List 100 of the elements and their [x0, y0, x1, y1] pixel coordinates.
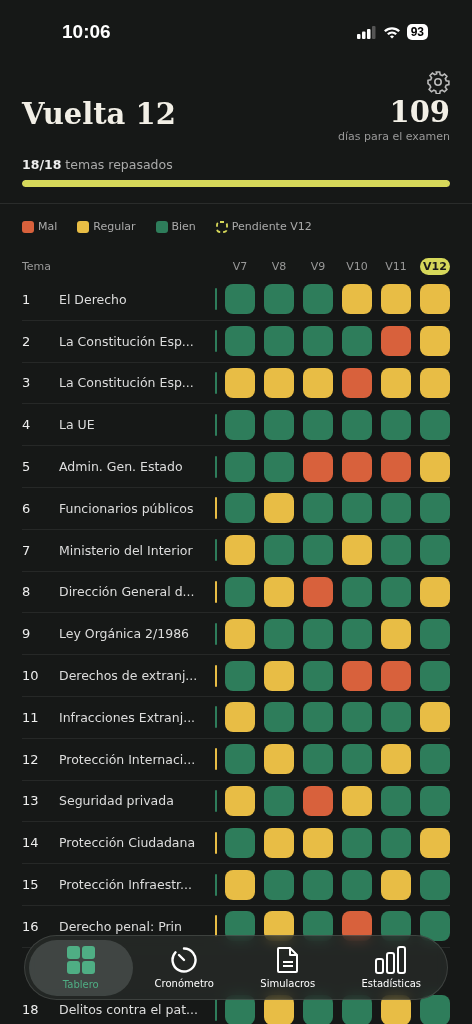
status-cell[interactable] [381, 702, 411, 733]
status-cell[interactable] [381, 827, 411, 858]
status-cell[interactable] [381, 535, 411, 566]
status-cell[interactable] [420, 368, 450, 398]
status-cell[interactable] [303, 660, 333, 691]
status-cell[interactable] [420, 493, 450, 524]
status-cell[interactable] [342, 618, 372, 649]
status-cell[interactable] [342, 827, 372, 858]
status-cell[interactable] [264, 535, 294, 566]
status-cell[interactable] [381, 576, 411, 607]
status-cell[interactable] [303, 702, 333, 733]
status-cell[interactable] [381, 660, 411, 691]
status-cell[interactable] [420, 535, 450, 566]
status-cell[interactable] [303, 535, 333, 566]
status-cell[interactable] [342, 535, 372, 566]
status-cell[interactable] [225, 284, 255, 315]
status-cell[interactable] [264, 744, 294, 775]
status-cell[interactable] [264, 827, 294, 858]
status-cell[interactable] [303, 827, 333, 858]
status-cell[interactable] [342, 409, 372, 440]
status-cell[interactable] [342, 368, 372, 398]
status-cell[interactable] [264, 618, 294, 649]
topic-title[interactable]: Derechos de extranj... [59, 668, 215, 684]
status-cell[interactable] [342, 869, 372, 900]
status-cell[interactable] [342, 660, 372, 691]
status-cell[interactable] [303, 368, 333, 398]
status-cell[interactable] [420, 618, 450, 649]
tab-button[interactable]: Cronómetro [132, 939, 236, 996]
status-cell[interactable] [381, 493, 411, 524]
topic-title[interactable]: Protección Infraestr... [59, 877, 215, 893]
status-cell[interactable] [381, 869, 411, 900]
status-cell[interactable] [264, 409, 294, 440]
status-cell[interactable] [420, 576, 450, 607]
status-cell[interactable] [303, 326, 333, 357]
status-cell[interactable] [303, 869, 333, 900]
status-cell[interactable] [342, 493, 372, 524]
status-cell[interactable] [225, 785, 255, 816]
status-cell[interactable] [420, 660, 450, 691]
status-cell[interactable] [381, 368, 411, 398]
status-cell[interactable] [303, 409, 333, 440]
status-cell[interactable] [264, 576, 294, 607]
status-cell[interactable] [303, 744, 333, 775]
status-cell[interactable] [420, 869, 450, 900]
topic-title[interactable]: Funcionarios públicos [59, 500, 215, 516]
topic-title[interactable]: Dirección General d... [59, 584, 215, 600]
status-cell[interactable] [225, 535, 255, 566]
topic-title[interactable]: La UE [59, 417, 215, 433]
status-cell[interactable] [420, 744, 450, 775]
status-cell[interactable] [420, 994, 450, 1024]
status-cell[interactable] [342, 576, 372, 607]
status-cell[interactable] [381, 326, 411, 357]
status-cell[interactable] [420, 911, 450, 942]
status-cell[interactable] [264, 869, 294, 900]
status-cell[interactable] [225, 618, 255, 649]
status-cell[interactable] [342, 326, 372, 357]
status-cell[interactable] [225, 702, 255, 733]
topic-title[interactable]: Infracciones Extranj... [59, 709, 215, 725]
settings-icon[interactable] [426, 70, 450, 94]
status-cell[interactable] [225, 744, 255, 775]
status-cell[interactable] [225, 326, 255, 357]
status-cell[interactable] [381, 409, 411, 440]
status-cell[interactable] [225, 660, 255, 691]
status-cell[interactable] [303, 618, 333, 649]
status-cell[interactable] [264, 368, 294, 398]
status-cell[interactable] [342, 284, 372, 315]
status-cell[interactable] [264, 785, 294, 816]
status-cell[interactable] [420, 326, 450, 357]
status-cell[interactable] [420, 284, 450, 315]
status-cell[interactable] [225, 869, 255, 900]
status-cell[interactable] [342, 785, 372, 816]
status-cell[interactable] [420, 827, 450, 858]
tab-button[interactable]: Estadísticas [339, 939, 443, 996]
status-cell[interactable] [225, 576, 255, 607]
topic-title[interactable]: Ministerio del Interior [59, 542, 215, 558]
status-cell[interactable] [381, 618, 411, 649]
topic-title[interactable]: La Constitución Esp... [59, 375, 215, 391]
status-cell[interactable] [225, 368, 255, 398]
status-cell[interactable] [303, 785, 333, 816]
status-cell[interactable] [381, 451, 411, 482]
status-cell[interactable] [303, 451, 333, 482]
topic-title[interactable]: Admin. Gen. Estado [59, 459, 215, 475]
status-cell[interactable] [420, 451, 450, 482]
status-cell[interactable] [264, 451, 294, 482]
status-cell[interactable] [303, 284, 333, 315]
status-cell[interactable] [381, 744, 411, 775]
status-cell[interactable] [264, 702, 294, 733]
status-cell[interactable] [381, 785, 411, 816]
status-cell[interactable] [420, 702, 450, 733]
topic-title[interactable]: La Constitución Esp... [59, 333, 215, 349]
topic-title[interactable]: Protección Ciudadana [59, 835, 215, 851]
tab-button[interactable]: Tablero [29, 939, 133, 996]
topic-title[interactable]: Seguridad privada [59, 793, 215, 809]
status-cell[interactable] [264, 284, 294, 315]
topic-title[interactable]: Derecho penal: Prin [59, 918, 215, 934]
status-cell[interactable] [342, 744, 372, 775]
status-cell[interactable] [225, 409, 255, 440]
topic-title[interactable]: Ley Orgánica 2/1986 [59, 626, 215, 642]
status-cell[interactable] [342, 702, 372, 733]
status-cell[interactable] [264, 493, 294, 524]
status-cell[interactable] [225, 493, 255, 524]
